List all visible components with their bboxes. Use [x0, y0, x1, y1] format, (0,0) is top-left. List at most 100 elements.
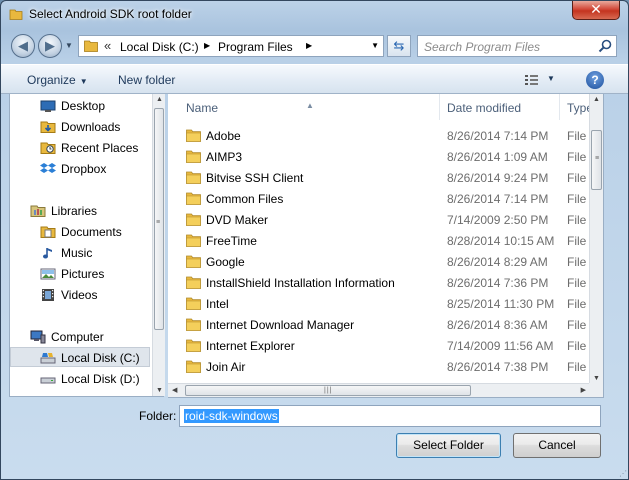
refresh-button[interactable]: ⇆ [387, 35, 411, 57]
recent-pages-dropdown[interactable]: ▼ [65, 41, 73, 50]
grip-icon: ≡ [595, 155, 600, 162]
file-date: 8/26/2014 7:38 PM [447, 360, 549, 374]
chevron-right-icon[interactable]: ▶ [306, 41, 312, 50]
folder-field-value[interactable]: roid-sdk-windows [184, 409, 279, 423]
file-date: 7/14/2009 11:56 AM [447, 339, 554, 353]
window-title: Select Android SDK root folder [29, 7, 192, 21]
back-button[interactable]: ◀ [11, 34, 35, 58]
folder-icon [84, 40, 98, 52]
file-name: Google [206, 255, 245, 269]
nav-item-label: Libraries [51, 204, 98, 218]
nav-item-pictures[interactable]: Pictures [10, 264, 150, 284]
folder-icon [186, 318, 201, 331]
file-row[interactable]: FreeTime8/28/2014 10:15 AMFile fold [168, 230, 603, 251]
file-row[interactable]: DVD Maker7/14/2009 2:50 PMFile fold [168, 209, 603, 230]
file-row[interactable]: InstallShield Installation Information 8/… [168, 272, 603, 293]
scroll-up-icon[interactable]: ▲ [156, 96, 163, 103]
scrollbar-thumb[interactable]: ||| [185, 385, 471, 396]
file-date: 8/26/2014 1:09 AM [447, 150, 548, 164]
nav-item-dropbox[interactable]: Dropbox [10, 159, 150, 179]
organize-button[interactable]: Organize ▼ [27, 73, 88, 87]
file-row[interactable]: Join Air8/26/2014 7:38 PMFile fold [168, 356, 603, 377]
nav-item-documents[interactable]: Documents [10, 222, 150, 242]
file-name: InstallShield Installation Information [206, 276, 395, 290]
file-name: Join Air [206, 360, 246, 374]
file-row[interactable]: Bitvise SSH Client 8/26/2014 9:24 PM File … [168, 167, 603, 188]
nav-pane-scrollbar[interactable]: ▲ ≡ ▼ [152, 94, 165, 396]
scroll-up-icon[interactable]: ▲ [593, 96, 600, 103]
file-list-vertical-scrollbar[interactable]: ▲ ≡ ▼ [589, 94, 603, 384]
folder-field[interactable]: roid-sdk-windows [179, 405, 601, 427]
forward-button[interactable]: ▶ [38, 34, 62, 58]
nav-item-desktop[interactable]: Desktop [10, 96, 150, 116]
file-row[interactable]: Internet Explorer 7/14/2009 11:56 AM File … [168, 335, 603, 356]
scroll-down-icon[interactable]: ▼ [156, 387, 163, 394]
drive-d-icon [40, 377, 56, 384]
scrollbar-thumb[interactable]: ≡ [591, 130, 602, 190]
search-icon[interactable] [598, 39, 612, 53]
file-list-horizontal-scrollbar[interactable]: ◀ ||| ▶ [168, 383, 590, 397]
address-dropdown-icon[interactable]: ▼ [371, 41, 379, 50]
folder-icon [186, 213, 201, 226]
file-date: 8/26/2014 7:14 PM [447, 192, 549, 206]
file-row[interactable]: Internet Download Manager 8/26/2014 8:36 … [168, 314, 603, 335]
folder-icon [186, 234, 201, 247]
nav-item-label: Music [61, 246, 93, 260]
scroll-down-icon[interactable]: ▼ [593, 375, 600, 382]
file-row[interactable]: Common Files8/26/2014 7:14 PMFile fold [168, 188, 603, 209]
nav-item-music[interactable]: Music [10, 243, 150, 263]
videos-icon [42, 289, 54, 301]
nav-item-label: Dropbox [61, 162, 107, 176]
file-name: Common Files [206, 192, 284, 206]
address-bar[interactable]: « Local Disk (C:) Program Files ▶ ▶ ▼ [78, 35, 384, 57]
new-folder-button[interactable]: New folder [118, 73, 175, 87]
folder-icon [9, 9, 23, 20]
help-icon[interactable]: ? [586, 71, 604, 89]
nav-item-label: Recent Places [61, 141, 139, 155]
close-button[interactable]: ✕ [572, 1, 620, 20]
file-name: AIMP3 [206, 150, 243, 164]
organize-label: Organize [27, 73, 76, 87]
chevron-right-icon[interactable]: ▶ [204, 41, 210, 50]
nav-item-label: Documents [61, 225, 122, 239]
nav-item-local-disk-c[interactable]: Local Disk (C:) [10, 347, 150, 367]
breadcrumb-overflow[interactable]: « [104, 38, 111, 53]
file-name: DVD Maker [206, 213, 269, 227]
view-options-dropdown[interactable]: ▼ [547, 74, 555, 83]
nav-item-downloads[interactable]: Downloads [10, 117, 150, 137]
nav-item-local-disk-d[interactable]: Local Disk (D:) [10, 369, 150, 389]
downloads-icon [40, 121, 56, 133]
nav-item-videos[interactable]: Videos [10, 285, 150, 305]
resize-grip-icon[interactable]: ⋰ [619, 470, 627, 478]
nav-item-label: Downloads [61, 120, 121, 134]
scroll-left-icon[interactable]: ◀ [172, 386, 177, 394]
cancel-button[interactable]: Cancel [513, 433, 601, 458]
search-placeholder: Search Program Files [424, 40, 541, 54]
breadcrumb-local-disk-c[interactable]: Local Disk (C:) [120, 40, 199, 54]
nav-item-computer[interactable]: Computer [10, 327, 150, 347]
file-date: 8/25/2014 11:30 PM [447, 297, 555, 311]
breadcrumb-program-files[interactable]: Program Files [218, 40, 293, 54]
change-view-icon[interactable] [524, 73, 540, 87]
scroll-right-icon[interactable]: ▶ [581, 386, 586, 394]
nav-item-label: Videos [61, 288, 98, 302]
file-row[interactable]: AIMP38/26/2014 1:09 AMFile fold [168, 146, 603, 167]
file-name: Internet Explorer [206, 339, 295, 353]
title-bar[interactable]: Select Android SDK root folder ✕ [1, 1, 628, 29]
column-header-name[interactable]: Name ▲ [168, 94, 440, 120]
file-row[interactable]: Adobe8/26/2014 7:14 PMFile fold [168, 125, 603, 146]
select-folder-dialog: Select Android SDK root folder ✕ ◀ ▶ ▼ «… [0, 0, 629, 480]
file-row[interactable]: Intel8/25/2014 11:30 PMFile fold [168, 293, 603, 314]
column-header-date[interactable]: Date modified [440, 94, 560, 120]
music-icon [43, 248, 52, 259]
column-header-label: Name [186, 101, 219, 115]
command-bar: Organize ▼ New folder ▼ ? [1, 64, 628, 94]
navigation-pane: Desktop Downloads Recent Places Dropbox … [9, 94, 165, 397]
search-input[interactable]: Search Program Files [417, 35, 617, 57]
nav-item-recent-places[interactable]: Recent Places [10, 138, 150, 158]
nav-item-libraries[interactable]: Libraries [10, 201, 150, 221]
scrollbar-corner [589, 383, 603, 397]
select-folder-button[interactable]: Select Folder [396, 433, 501, 458]
file-date: 8/28/2014 10:15 AM [447, 234, 555, 248]
file-row[interactable]: Google8/26/2014 8:29 AMFile fold [168, 251, 603, 272]
